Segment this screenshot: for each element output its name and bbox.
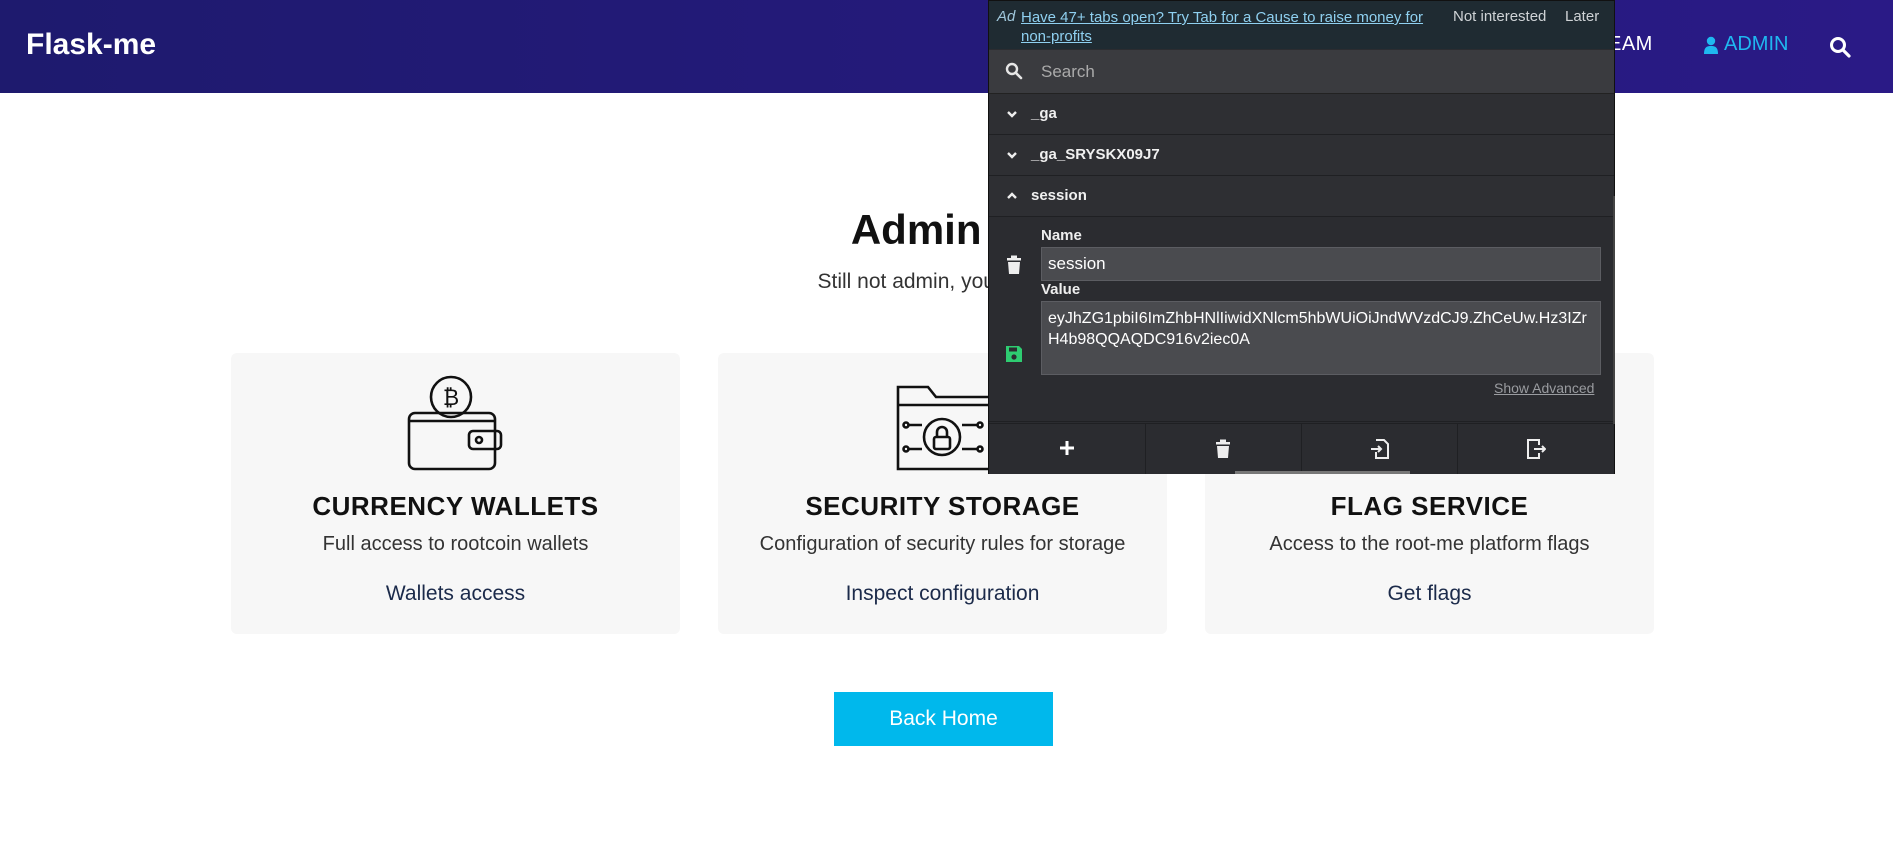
get-flags-link[interactable]: Get flags xyxy=(1205,582,1654,606)
cookie-name: _ga xyxy=(1031,105,1057,122)
brand-logo[interactable]: Flask-me xyxy=(26,28,156,62)
export-button[interactable] xyxy=(1457,424,1613,474)
delete-all-icon xyxy=(1216,439,1230,458)
cookie-value-textarea[interactable]: eyJhZG1pbiI6ImZhbHNlIiwidXNlcm5hbWUiOiJn… xyxy=(1041,301,1601,375)
security-folder-icon xyxy=(896,385,992,471)
card-title: SECURITY STORAGE xyxy=(805,491,1080,521)
value-label: Value xyxy=(1041,281,1081,298)
card-title: CURRENCY WALLETS xyxy=(312,491,599,521)
card-title: FLAG SERVICE xyxy=(1330,491,1529,521)
later-button[interactable]: Later xyxy=(1565,8,1599,25)
cookie-details-panel: Name Value eyJhZG1pbiI6ImZhbHNlIiwidXNlc… xyxy=(989,217,1614,422)
wallets-access-link[interactable]: Wallets access xyxy=(231,582,680,606)
nav-admin-link[interactable]: ADMIN xyxy=(1704,33,1788,56)
cookie-toolbar xyxy=(989,423,1614,474)
cookie-row-session[interactable]: session xyxy=(989,176,1614,217)
search-icon[interactable] xyxy=(1829,36,1851,58)
svg-text:₿: ₿ xyxy=(443,386,459,411)
cookie-name-input[interactable] xyxy=(1041,247,1601,281)
back-home-button[interactable]: Back Home xyxy=(834,692,1053,746)
chevron-up-icon xyxy=(1007,192,1017,199)
save-icon[interactable] xyxy=(1005,345,1023,363)
chevron-down-icon xyxy=(1007,111,1017,118)
export-icon xyxy=(1527,439,1546,459)
title-main: Admin xyxy=(850,206,994,253)
nav-admin-label: ADMIN xyxy=(1724,33,1789,55)
name-label: Name xyxy=(1041,227,1082,244)
chevron-down-icon xyxy=(1007,152,1017,159)
ad-tag: Ad xyxy=(997,8,1016,25)
cookie-row-ga-srysk[interactable]: _ga_SRYSKX09J7 xyxy=(989,135,1614,176)
cookie-row-ga[interactable]: _ga xyxy=(989,94,1614,135)
ad-link[interactable]: Have 47+ tabs open? Try Tab for a Cause … xyxy=(1021,8,1451,46)
import-icon xyxy=(1371,439,1389,459)
cookie-editor-popup: Ad Have 47+ tabs open? Try Tab for a Cau… xyxy=(988,0,1615,474)
ad-banner: Ad Have 47+ tabs open? Try Tab for a Cau… xyxy=(989,1,1614,49)
search-icon xyxy=(1005,62,1023,80)
add-cookie-button[interactable] xyxy=(989,424,1146,474)
import-button[interactable] xyxy=(1301,424,1458,474)
show-advanced-link[interactable]: Show Advanced xyxy=(1494,380,1594,396)
card-description: Full access to rootcoin wallets xyxy=(322,533,589,555)
cookie-name: session xyxy=(1031,187,1087,204)
bitcoin-wallet-icon: ₿ xyxy=(407,375,503,471)
trash-icon[interactable] xyxy=(1005,255,1023,275)
cookie-search-input[interactable] xyxy=(1039,58,1583,86)
user-icon xyxy=(1704,36,1718,54)
card-description: Access to the root-me platform flags xyxy=(1269,533,1590,555)
add-icon xyxy=(1060,441,1074,455)
cookie-search-bar xyxy=(989,50,1614,94)
inspect-configuration-link[interactable]: Inspect configuration xyxy=(718,582,1167,606)
popup-scrollbar[interactable] xyxy=(1613,196,1615,424)
card-currency-wallets: ₿ CURRENCY WALLETS Full access to rootco… xyxy=(231,353,680,634)
card-description: Configuration of security rules for stor… xyxy=(759,533,1126,555)
cookie-name: _ga_SRYSKX09J7 xyxy=(1031,146,1160,163)
popup-horizontal-scrollbar[interactable] xyxy=(1235,471,1410,474)
not-interested-button[interactable]: Not interested xyxy=(1453,8,1546,25)
delete-all-button[interactable] xyxy=(1145,424,1302,474)
